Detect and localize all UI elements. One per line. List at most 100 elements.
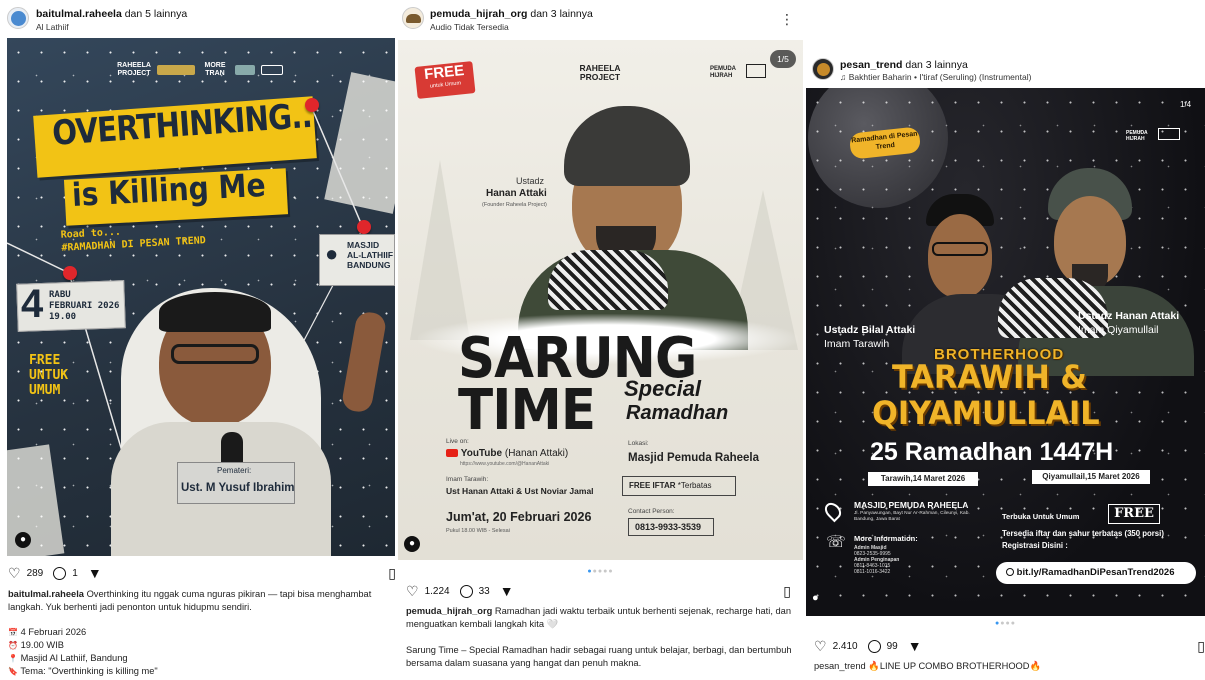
event-day: 4 (21, 282, 44, 326)
post-subtitle[interactable]: Audio Tidak Tersedia (430, 22, 509, 32)
speaker-right-role: Imam Qiyamullail (1078, 324, 1159, 336)
action-bar: ♡ 1.224 33 ▼ (406, 582, 514, 600)
post-caption: baitulmal.raheela Overthinking itu nggak… (8, 588, 386, 613)
post-2: pemuda_hijrah_org dan 3 lainnya Audio Ti… (398, 0, 803, 680)
location-icon: ● (325, 241, 339, 266)
post-subtitle[interactable]: Al Lathiif (36, 22, 69, 32)
event-title: TARAWIH & (892, 358, 1087, 396)
post-1: baitulmal.raheela dan 5 lainnya Al Lathi… (0, 0, 396, 680)
search-icon (1006, 568, 1014, 576)
pin-icon (63, 266, 77, 280)
caption-author[interactable]: pesan_trend (814, 661, 866, 671)
live-on-label: Live on: (446, 438, 469, 445)
phone-icon: ☏ (826, 534, 847, 551)
event-title: TIME (458, 378, 596, 443)
free-badge: FREE untuk Umum (414, 61, 476, 99)
post-image[interactable]: FREE untuk Umum RAHEELA PROJECT PEMUDA H… (398, 40, 803, 560)
comment-icon[interactable] (867, 639, 881, 653)
location-name: Masjid Pemuda Raheela (628, 452, 760, 464)
speaker-right-name: Ustadz Hanan Attaki (1078, 310, 1180, 322)
speaker-photo (81, 282, 388, 556)
post-subtitle[interactable]: ♫ Bakhtier Baharin • I'tiraf (Seruling) … (840, 72, 1031, 82)
qiyam-date: Qiyamullail,15 Maret 2026 (1032, 470, 1150, 484)
contact-label: Contact Person: (628, 508, 675, 515)
event-subtitle: Special (624, 376, 702, 401)
avatar[interactable] (7, 7, 29, 29)
logo-raheela: RAHEELA PROJECT (579, 63, 621, 82)
action-bar: ♡ 2.410 99 ▼ (814, 637, 922, 655)
admin-contacts: Admin Masjid 0823-2535-9995 Admin Pengin… (854, 545, 900, 575)
post-author[interactable]: pesan_trend dan 3 lainnya (840, 59, 968, 71)
tagged-user-icon[interactable]: ● (812, 592, 819, 604)
speaker-left-name: Ustadz Bilal Attaki (824, 324, 916, 336)
event-title: QIYAMULLAIL (872, 394, 1100, 432)
imam-label: Imam Tarawih: (446, 476, 489, 483)
post-author[interactable]: pemuda_hijrah_org dan 3 lainnya (430, 8, 593, 20)
bookmark-icon[interactable]: ▯ (1197, 638, 1205, 655)
detail-line: 📅 4 Februari 2026 (8, 627, 87, 637)
masjid-name: MASJID PEMUDA RAHEELA (854, 500, 969, 510)
detail-line: 🔖 Tema: "Overthinking is killing me" (8, 666, 158, 676)
comment-count: 1 (72, 567, 78, 579)
share-icon[interactable]: ▼ (500, 584, 514, 598)
post-author[interactable]: baitulmal.raheela dan 5 lainnya (36, 8, 187, 20)
speaker-name: Ust. M Yusuf Ibrahim (181, 482, 295, 494)
caption-author[interactable]: baitulmal.raheela (8, 589, 84, 599)
post-image[interactable]: RAHEELA PROJECT MORE TRAN OVERTHINKING..… (7, 38, 395, 556)
like-icon[interactable]: ♡ (8, 566, 21, 580)
action-bar: ♡ 289 1 ▼ (8, 564, 102, 582)
like-icon[interactable]: ♡ (406, 584, 419, 598)
detail-line: 📍 Masjid Al Lathiif, Bandung (8, 653, 128, 663)
pin-icon: 📍 (8, 654, 18, 663)
open-to-public: Terbuka Untuk Umum (1002, 512, 1080, 521)
iftar-info: Tersedia iftar dan sahur terbatas (350 p… (1002, 529, 1164, 538)
comment-icon[interactable] (53, 566, 67, 580)
more-options-icon[interactable]: ⋮ (780, 12, 794, 26)
logo-partner (746, 64, 766, 78)
imam-names: Ust Hanan Attaki & Ust Noviar Jamal (446, 486, 594, 496)
venue-text: MASJID AL-LATHIIF BANDUNG (347, 240, 394, 270)
bookmark-icon[interactable]: ▯ (783, 583, 791, 600)
tagged-user-icon[interactable]: ● (404, 536, 420, 552)
detail-line: ⏰ 19.00 WIB (8, 640, 64, 650)
carousel-dots: ●●●●● (587, 568, 614, 575)
speaker-photo (518, 100, 758, 350)
event-time: Pukul 18.00 WIB - Selesai (446, 528, 510, 534)
tagged-user-icon[interactable]: ● (15, 532, 31, 548)
logo-partner: PEMUDA HIJRAH (1126, 130, 1148, 142)
page-indicator: 1/4 (1180, 100, 1192, 109)
post-details: 📅 4 Februari 2026 ⏰ 19.00 WIB 📍 Masjid A… (8, 626, 386, 678)
registration-label: Registrasi Disini : (1002, 541, 1068, 550)
calendar-icon: 📅 (8, 628, 18, 637)
page-indicator: 1/5 (770, 50, 796, 68)
post-image[interactable]: Ramadhan di Pesan Trend PEMUDA HIJRAH 1/… (806, 88, 1205, 616)
free-badge: FREE (1108, 504, 1160, 524)
post-caption: pesan_trend 🔥LINE UP COMBO BROTHERHOOD🔥 (814, 660, 1195, 673)
bookmark-icon[interactable]: ▯ (388, 565, 396, 582)
like-count: 289 (26, 567, 44, 579)
like-icon[interactable]: ♡ (814, 639, 827, 653)
contact-number: 0813-9933-3539 (628, 518, 714, 536)
tarawih-date: Tarawih,14 Maret 2026 (868, 472, 978, 486)
avatar[interactable] (402, 7, 424, 29)
comment-count: 99 (886, 640, 898, 652)
avatar[interactable] (812, 58, 834, 80)
youtube-link[interactable]: YouTube (Hanan Attaki) (446, 448, 568, 459)
speaker-left-role: Imam Tarawih (824, 338, 890, 350)
speaker-label: Pemateri: (217, 466, 252, 475)
logo-pemuda-hijrah: PEMUDA HIJRAH (710, 66, 736, 79)
youtube-icon (446, 449, 458, 458)
location-label: Lokasi: (628, 440, 649, 447)
event-date: Jum'at, 20 Februari 2026 (446, 510, 592, 524)
logo-partner (1158, 128, 1180, 140)
comment-icon[interactable] (459, 584, 473, 598)
post-header: pesan_trend dan 3 lainnya ♫ Bakhtier Bah… (806, 52, 1205, 92)
share-icon[interactable]: ▼ (908, 639, 922, 653)
caption-author[interactable]: pemuda_hijrah_org (406, 606, 492, 616)
share-icon[interactable]: ▼ (88, 566, 102, 580)
tag-icon: 🔖 (8, 667, 18, 676)
registration-link[interactable]: bit.ly/RamadhanDiPesanTrend2026 (996, 562, 1196, 584)
post-header: pemuda_hijrah_org dan 3 lainnya Audio Ti… (398, 0, 803, 40)
event-date: 25 Ramadhan 1447H (870, 438, 1114, 466)
event-subtitle: Ramadhan (626, 402, 729, 424)
